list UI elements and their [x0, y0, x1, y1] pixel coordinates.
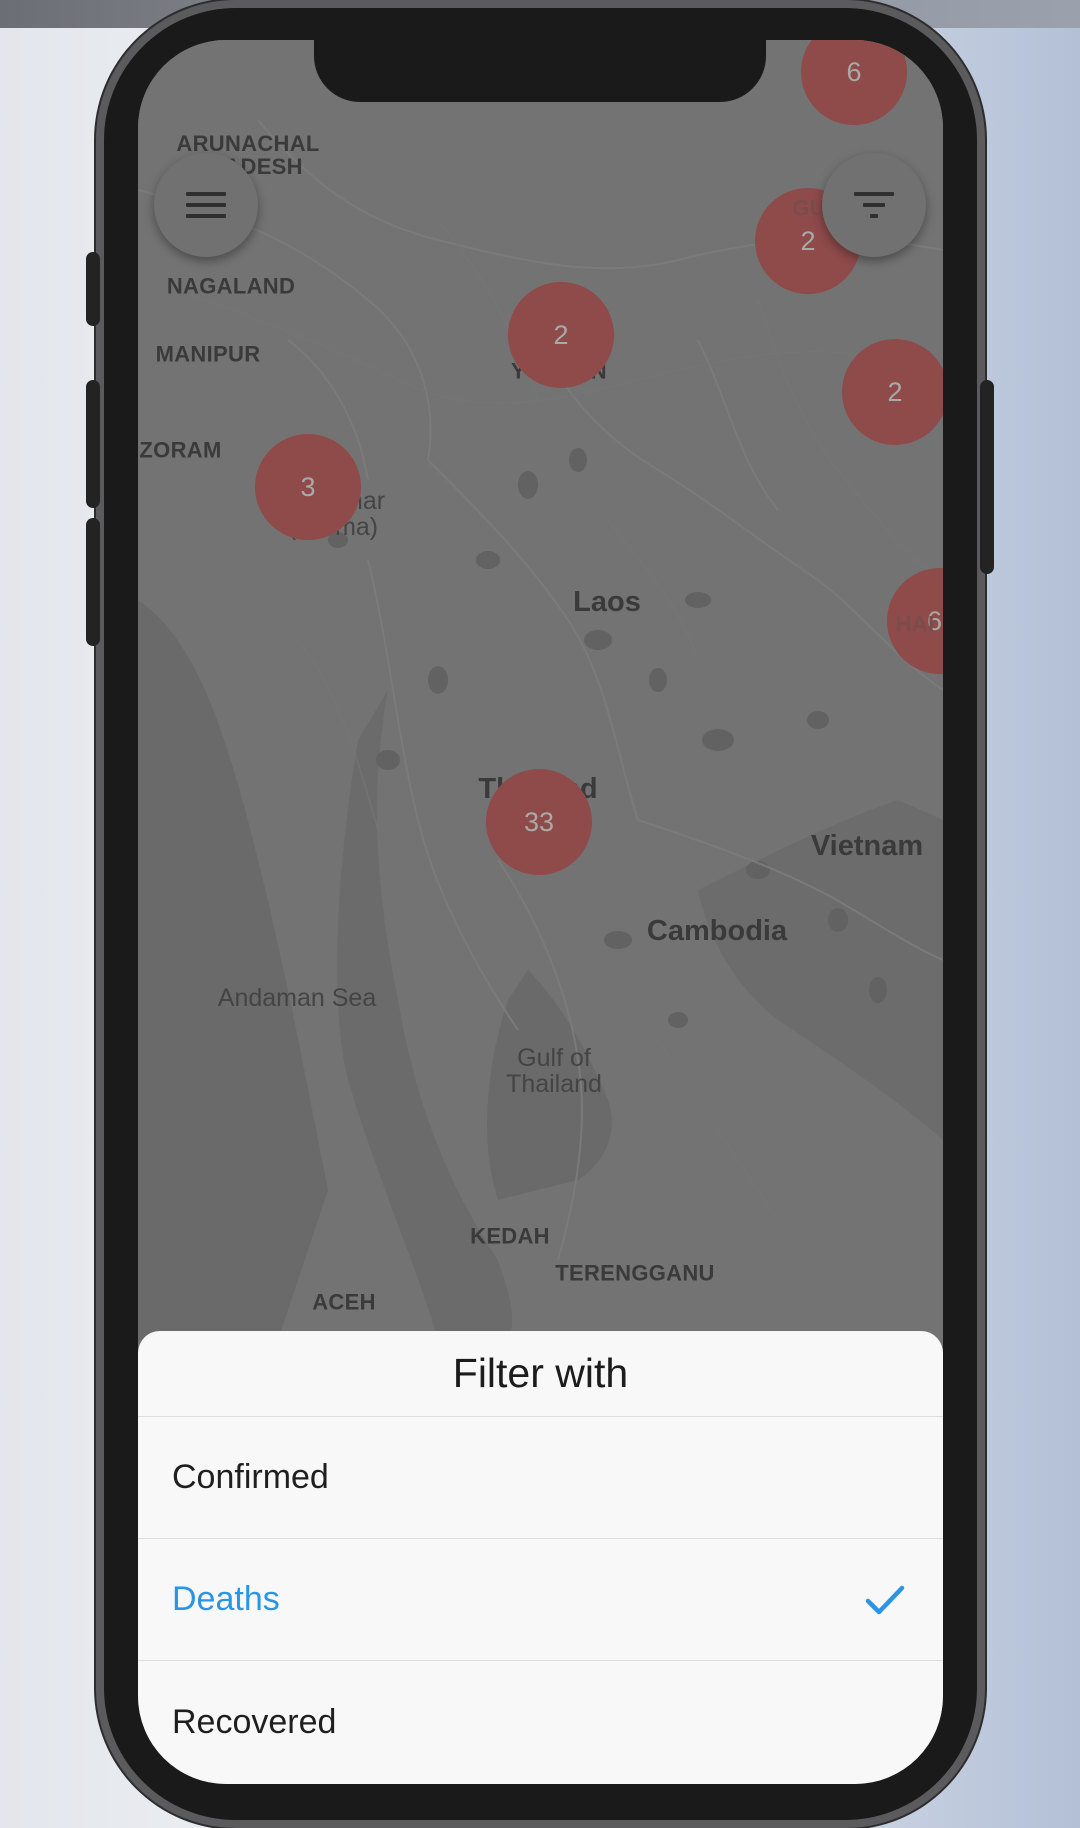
- power-button: [980, 380, 994, 574]
- volume-down-button: [86, 518, 100, 646]
- filter-button[interactable]: [822, 153, 926, 257]
- menu-button[interactable]: [154, 153, 258, 257]
- map-label-mizoram: MIZORAM: [138, 437, 222, 463]
- mute-switch: [86, 252, 100, 326]
- map-label-gu: GU: [792, 195, 826, 221]
- sheet-title: Filter with: [138, 1331, 943, 1417]
- map-label-aceh: ACEH: [312, 1289, 376, 1315]
- cluster-marker[interactable]: 2: [508, 282, 614, 388]
- volume-up-button: [86, 380, 100, 508]
- filter-option-recovered[interactable]: Recovered: [138, 1661, 943, 1783]
- option-label: Confirmed: [172, 1458, 329, 1496]
- map-label-vietnam: Vietnam: [810, 829, 924, 862]
- map-label-hai: HAI: [895, 611, 935, 637]
- map-label-kedah: KEDAH: [470, 1223, 550, 1249]
- filter-option-confirmed[interactable]: Confirmed: [138, 1417, 943, 1539]
- option-label: Recovered: [172, 1702, 337, 1741]
- map-label-gulf-of-thailand: Gulf of Thailand: [506, 1043, 602, 1098]
- check-icon: [865, 1585, 905, 1614]
- option-label: Deaths: [172, 1580, 280, 1618]
- map-label-manipur: MANIPUR: [155, 341, 261, 367]
- map-label-laos: Laos: [573, 585, 641, 618]
- map-label-andaman-sea: Andaman Sea: [217, 983, 377, 1012]
- cluster-marker[interactable]: 3: [255, 434, 361, 540]
- map-label-nagaland: NAGALAND: [166, 273, 296, 299]
- cluster-marker[interactable]: 33: [486, 769, 592, 875]
- filter-icon: [854, 192, 894, 218]
- filter-option-deaths[interactable]: Deaths: [138, 1539, 943, 1661]
- map-label-terengganu: TERENGGANU: [555, 1260, 715, 1286]
- filter-bottom-sheet: Filter with Confirmed Deaths Recovered: [138, 1331, 943, 1784]
- cluster-marker[interactable]: 2: [842, 339, 943, 445]
- phone-notch: [314, 40, 766, 102]
- map-label-cambodia: Cambodia: [646, 914, 788, 947]
- menu-icon: [186, 192, 226, 218]
- phone-screen: ARUNACHAL PRADESH NAGALAND MANIPUR MIZOR…: [138, 40, 943, 1784]
